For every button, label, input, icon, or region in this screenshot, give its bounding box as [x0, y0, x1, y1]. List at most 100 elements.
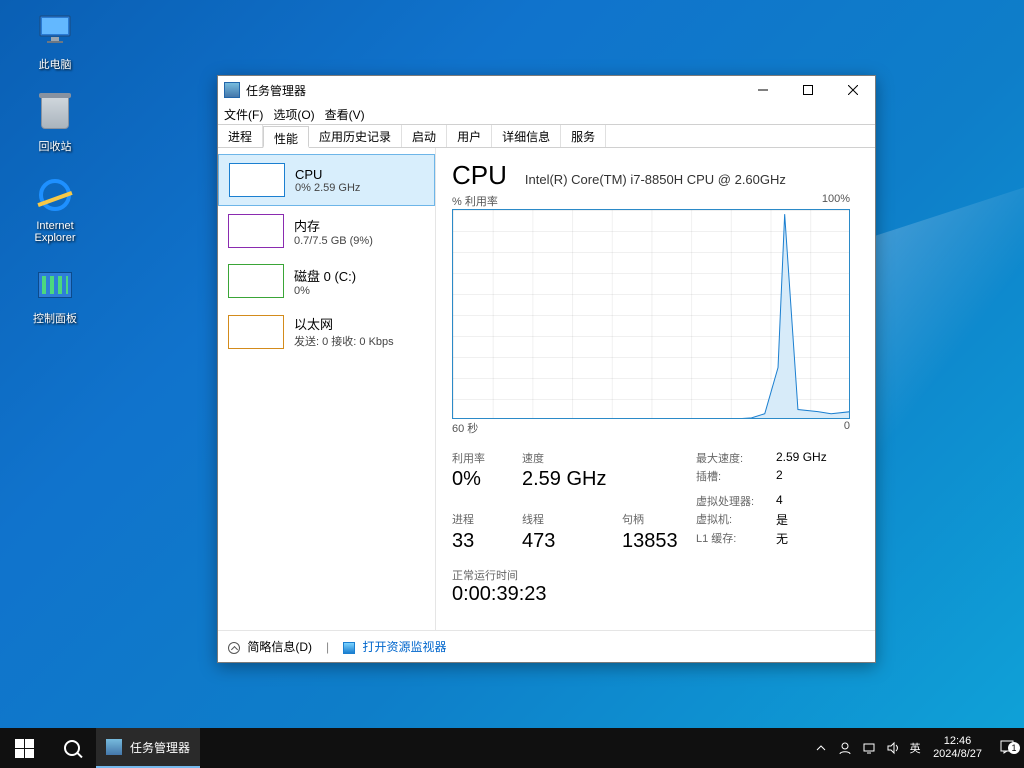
- desktop-icon-ie[interactable]: Internet Explorer: [18, 174, 92, 244]
- tab-app-history[interactable]: 应用历史记录: [309, 125, 402, 147]
- tray-time: 12:46: [933, 735, 982, 748]
- sidebar-item-sub: 0.7/7.5 GB (9%): [294, 235, 373, 247]
- value-l1: 无: [776, 530, 856, 553]
- task-manager-window: 任务管理器 文件(F) 选项(O) 查看(V) 进程 性能 应用历史记录 启动 …: [217, 75, 876, 663]
- cpu-usage-chart[interactable]: [452, 209, 850, 419]
- desktop-icon-label: 控制面板: [33, 313, 77, 325]
- disk-thumb-icon: [228, 264, 284, 298]
- tab-startup[interactable]: 启动: [402, 125, 447, 147]
- perf-main: CPU Intel(R) Core(TM) i7-8850H CPU @ 2.6…: [436, 148, 875, 630]
- memory-thumb-icon: [228, 214, 284, 248]
- menu-file[interactable]: 文件(F): [224, 106, 263, 123]
- window-title: 任务管理器: [246, 82, 740, 99]
- search-icon: [64, 740, 80, 756]
- fewer-details-button[interactable]: 简略信息(D): [228, 638, 312, 655]
- value-utilization: 0%: [452, 468, 522, 491]
- value-threads: 473: [522, 530, 622, 553]
- label-threads: 线程: [522, 511, 622, 528]
- trash-icon: [34, 92, 76, 134]
- chevron-up-icon: [228, 642, 240, 654]
- sidebar-item-title: 内存: [294, 216, 373, 235]
- label-processes: 进程: [452, 511, 522, 528]
- cpu-heading: CPU: [452, 160, 507, 191]
- chart-label-bottom-right: 0: [844, 420, 850, 436]
- tray-network-icon[interactable]: [857, 741, 881, 755]
- tab-processes[interactable]: 进程: [218, 125, 263, 147]
- tray-volume-icon[interactable]: [881, 741, 905, 755]
- close-button[interactable]: [830, 76, 875, 104]
- sidebar-item-ethernet[interactable]: 以太网 发送: 0 接收: 0 Kbps: [218, 306, 435, 357]
- value-sockets: 2: [776, 468, 856, 491]
- sidebar-item-title: 磁盘 0 (C:): [294, 266, 356, 285]
- sidebar-item-title: 以太网: [294, 314, 394, 333]
- tray-chevron-up-icon[interactable]: [809, 743, 833, 753]
- label-uptime: 正常运行时间: [452, 567, 857, 583]
- desktop-icon-this-pc[interactable]: 此电脑: [18, 10, 92, 72]
- tab-users[interactable]: 用户: [447, 125, 492, 147]
- tab-services[interactable]: 服务: [561, 125, 606, 147]
- monitor-icon: [34, 10, 76, 52]
- tray-notifications-button[interactable]: 1: [990, 739, 1024, 758]
- label-vm: 虚拟机:: [696, 511, 776, 528]
- menu-view[interactable]: 查看(V): [325, 106, 365, 123]
- tray-clock[interactable]: 12:46 2024/8/27: [925, 735, 990, 761]
- tray-ime-indicator[interactable]: 英: [905, 740, 925, 756]
- sidebar-item-memory[interactable]: 内存 0.7/7.5 GB (9%): [218, 206, 435, 256]
- tab-details[interactable]: 详细信息: [492, 125, 561, 147]
- ethernet-thumb-icon: [228, 315, 284, 349]
- sidebar-item-cpu[interactable]: CPU 0% 2.59 GHz: [218, 154, 435, 206]
- chart-label-bottom-left: 60 秒: [452, 420, 478, 436]
- tray-people-icon[interactable]: [833, 741, 857, 755]
- cpu-model: Intel(R) Core(TM) i7-8850H CPU @ 2.60GHz: [525, 172, 786, 187]
- app-icon: [224, 82, 240, 98]
- start-button[interactable]: [0, 728, 48, 768]
- tab-performance[interactable]: 性能: [263, 126, 309, 148]
- maximize-button[interactable]: [785, 76, 830, 104]
- label-vproc: 虚拟处理器:: [696, 493, 776, 509]
- control-panel-icon: [34, 264, 76, 306]
- desktop-icon-label: 回收站: [39, 141, 72, 153]
- sidebar-item-sub: 0%: [294, 285, 356, 297]
- label-utilization: 利用率: [452, 450, 522, 466]
- value-uptime: 0:00:39:23: [452, 583, 857, 606]
- taskbar-item-label: 任务管理器: [130, 739, 190, 756]
- resource-monitor-icon: [343, 642, 355, 654]
- label-maxspeed: 最大速度:: [696, 450, 776, 466]
- ie-icon: [34, 174, 76, 216]
- desktop-icon-label: Internet Explorer: [35, 220, 76, 244]
- value-maxspeed: 2.59 GHz: [776, 450, 856, 466]
- sidebar-item-disk[interactable]: 磁盘 0 (C:) 0%: [218, 256, 435, 306]
- cpu-thumb-icon: [229, 163, 285, 197]
- minimize-button[interactable]: [740, 76, 785, 104]
- sidebar-item-sub: 发送: 0 接收: 0 Kbps: [294, 333, 394, 349]
- value-vproc: 4: [776, 493, 856, 509]
- sidebar-item-sub: 0% 2.59 GHz: [295, 182, 360, 194]
- desktop-icon-recycle-bin[interactable]: 回收站: [18, 92, 92, 154]
- value-processes: 33: [452, 530, 522, 553]
- search-button[interactable]: [48, 728, 96, 768]
- chart-label-top-left: % 利用率: [452, 193, 498, 209]
- tabs-bar: 进程 性能 应用历史记录 启动 用户 详细信息 服务: [218, 124, 875, 148]
- notif-badge: 1: [1008, 742, 1020, 754]
- tray-date: 2024/8/27: [933, 748, 982, 761]
- label-speed: 速度: [522, 450, 622, 466]
- menubar: 文件(F) 选项(O) 查看(V): [218, 104, 875, 124]
- perf-sidebar: CPU 0% 2.59 GHz 内存 0.7/7.5 GB (9%) 磁盘 0 …: [218, 148, 436, 630]
- label-sockets: 插槽:: [696, 468, 776, 491]
- value-speed: 2.59 GHz: [522, 468, 622, 491]
- label-l1: L1 缓存:: [696, 530, 776, 553]
- window-footer: 简略信息(D) | 打开资源监视器: [218, 630, 875, 662]
- open-resource-monitor-link[interactable]: 打开资源监视器: [343, 638, 446, 655]
- desktop-icon-control-panel[interactable]: 控制面板: [18, 264, 92, 326]
- windows-logo-icon: [15, 739, 34, 758]
- chart-label-top-right: 100%: [822, 193, 850, 209]
- taskbar: 任务管理器 英 12:46 2024/8/27 1: [0, 728, 1024, 768]
- value-handles: 13853: [622, 530, 696, 553]
- menu-options[interactable]: 选项(O): [273, 106, 314, 123]
- taskbar-item-task-manager[interactable]: 任务管理器: [96, 728, 200, 768]
- task-manager-icon: [106, 739, 122, 755]
- titlebar[interactable]: 任务管理器: [218, 76, 875, 104]
- sidebar-item-title: CPU: [295, 167, 360, 182]
- desktop-icon-label: 此电脑: [39, 59, 72, 71]
- label-handles: 句柄: [622, 511, 696, 528]
